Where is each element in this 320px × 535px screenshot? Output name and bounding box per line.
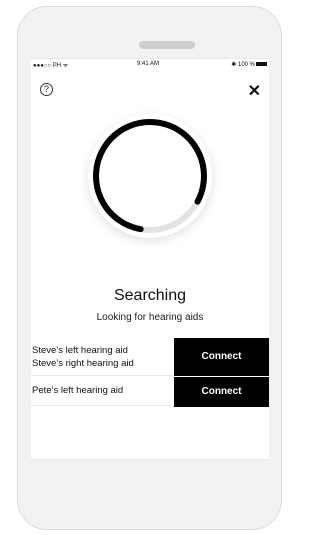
app-screen: ●●●○○ PH ᯤ 9:41 AM ✱ 100 % ? ✕ Searching… [31,58,269,460]
search-subtitle: Looking for hearing aids [96,312,204,323]
device-row: Steve’s left hearing aid Steve’s right h… [31,338,269,376]
connect-button[interactable]: Connect [174,338,269,376]
progress-arc [93,119,207,233]
device-names: Pete’s left hearing aid [32,384,123,397]
device-names: Steve’s left hearing aid Steve’s right h… [32,344,134,370]
carrier-signal: ●●●○○ PH ᯤ [33,63,69,69]
search-title: Searching [113,287,187,304]
status-time: 9:41 AM [137,61,160,67]
status-bar: ●●●○○ PH ᯤ 9:41 AM ✱ 100 % [31,59,269,69]
progress-ring-svg [93,119,207,233]
battery-label: ✱ 100 % [231,62,255,68]
search-progress-ring [88,114,212,238]
battery-status: ✱ 100 % [231,61,267,68]
home-area [31,459,269,509]
close-icon[interactable]: ✕ [248,81,261,101]
help-icon[interactable]: ? [40,83,53,96]
device-name: Steve’s right hearing aid [32,358,134,369]
device-name: Steve’s left hearing aid [32,345,128,356]
battery-icon [256,62,267,67]
device-name: Pete’s left hearing aid [32,385,124,396]
connect-button[interactable]: Connect [174,377,269,407]
device-row: Pete’s left hearing aid Connect [31,376,269,407]
speaker-grille [139,41,195,49]
